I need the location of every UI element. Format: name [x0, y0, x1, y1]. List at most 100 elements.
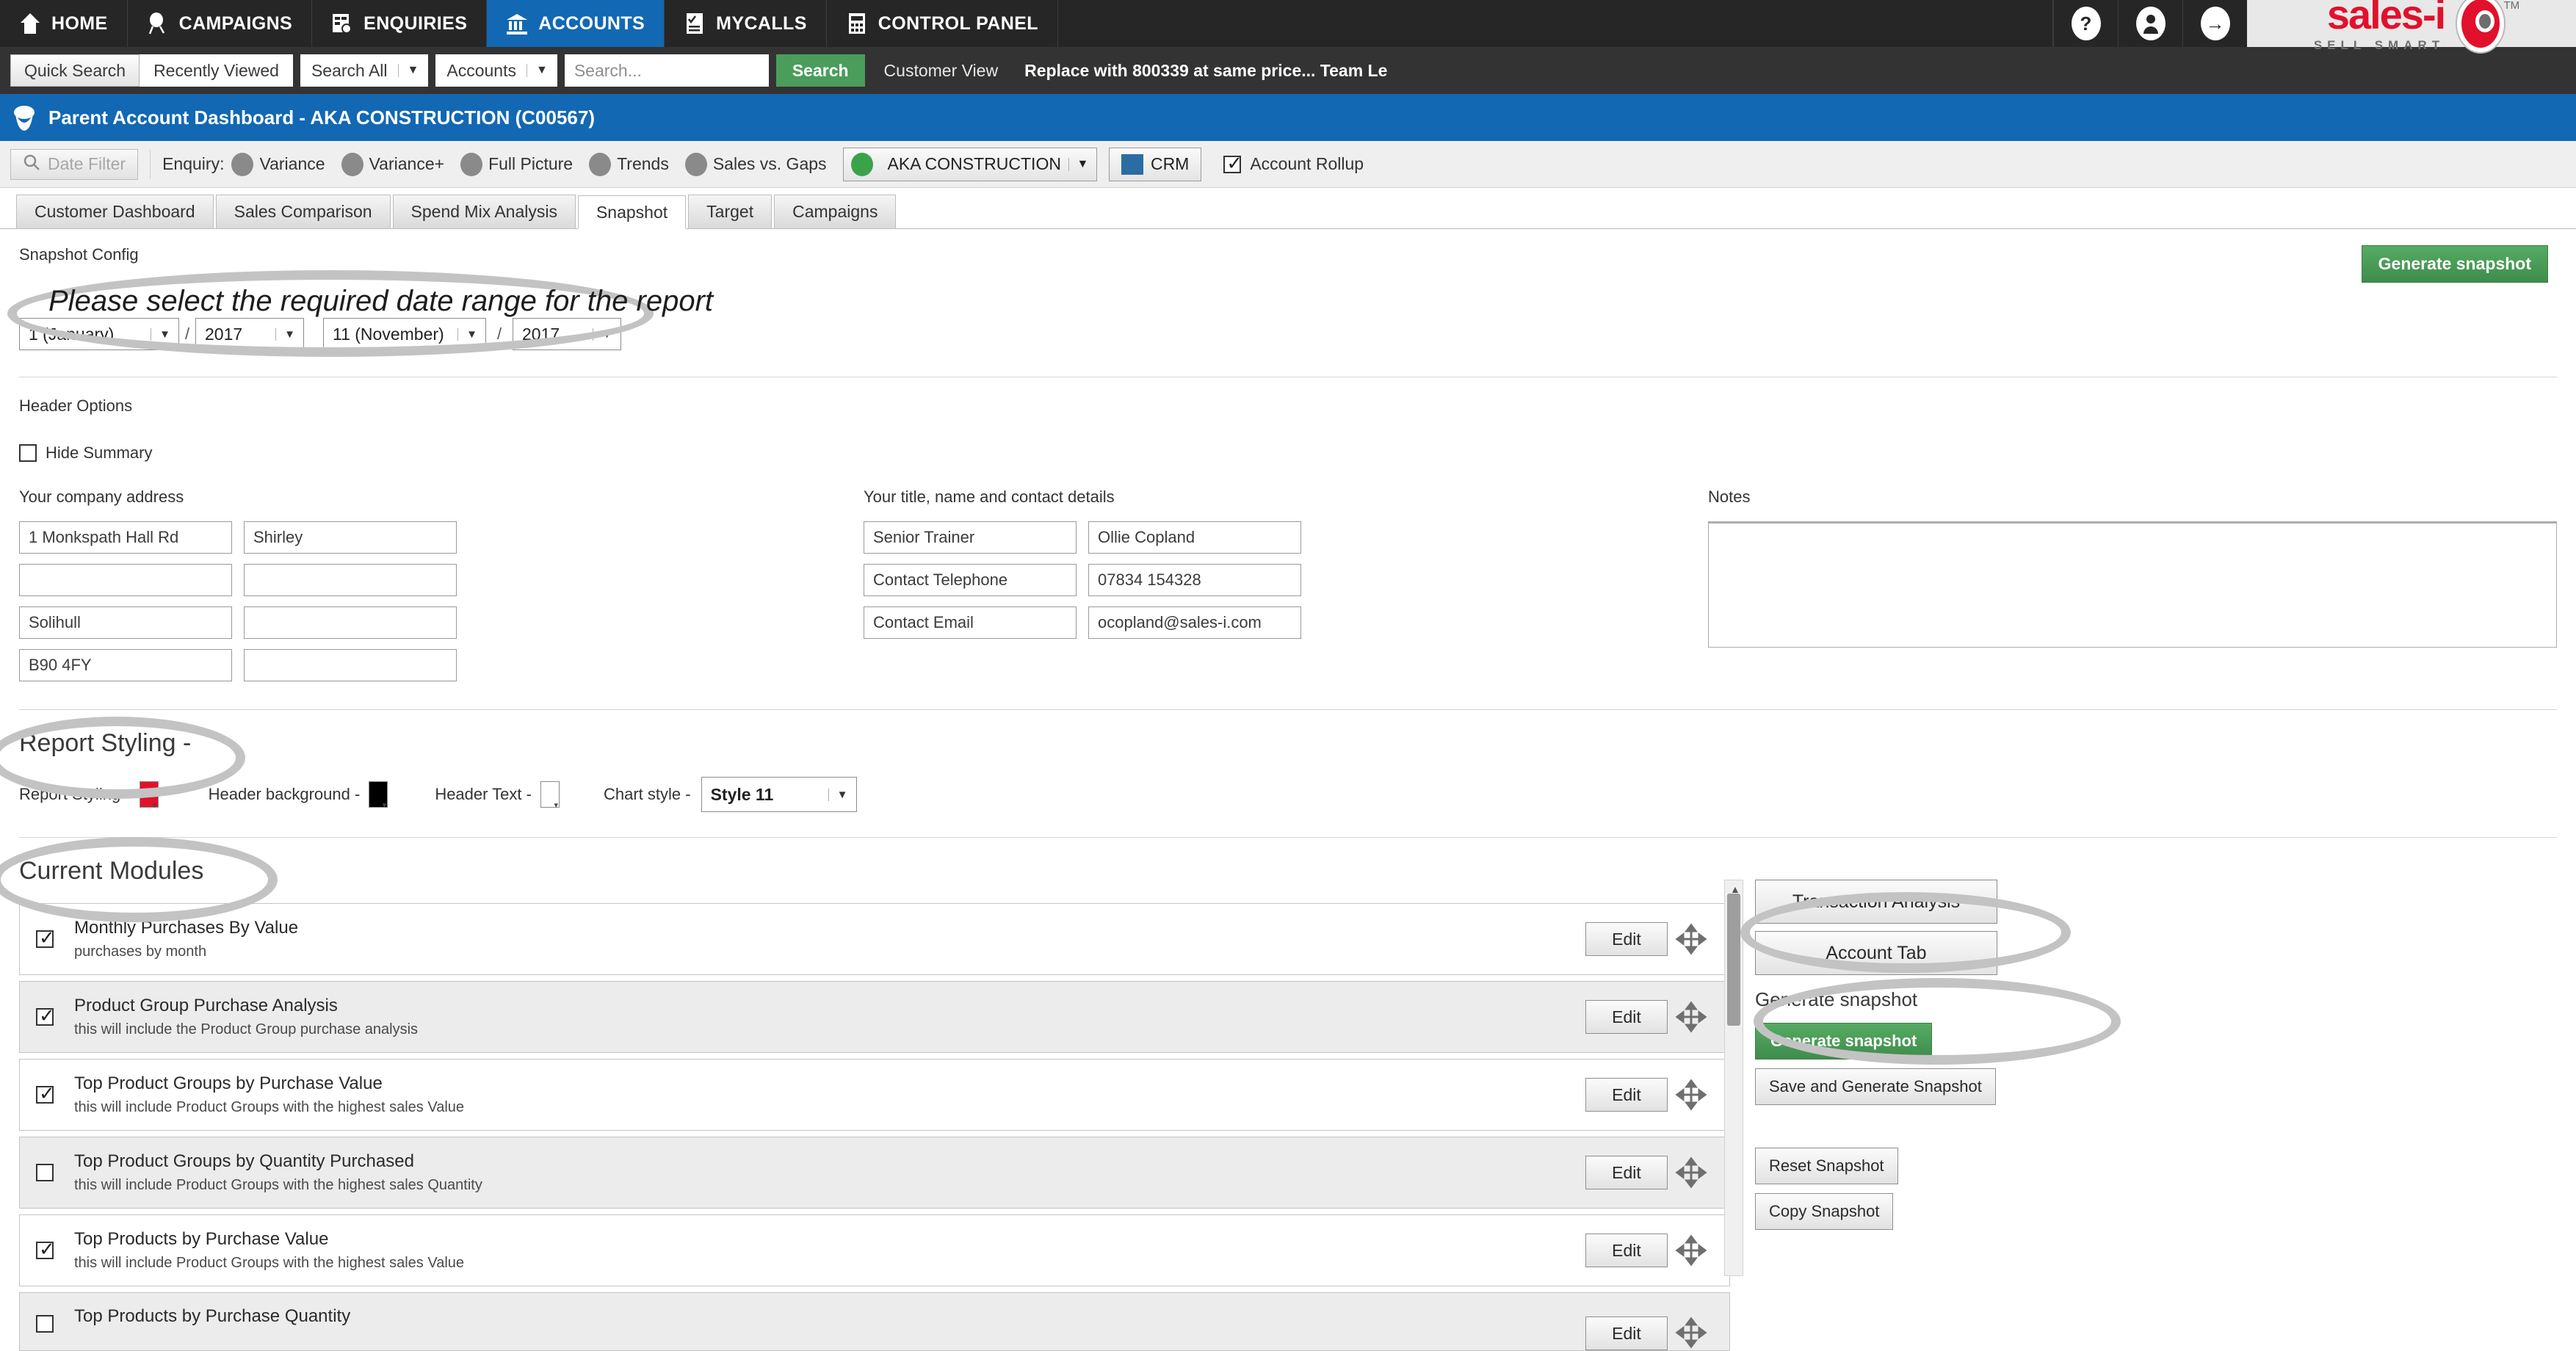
crm-icon — [1121, 153, 1143, 175]
contact-title-label[interactable]: Senior Trainer — [864, 521, 1077, 554]
contact-email-label[interactable]: Contact Email — [864, 606, 1077, 639]
nav-item-home[interactable]: HOME — [0, 0, 128, 47]
search-entity-select[interactable]: Accounts ▼ — [435, 54, 557, 87]
report-styling-color-swatch[interactable] — [139, 781, 159, 810]
to-year-value: 2017 — [522, 324, 560, 344]
current-modules-list: Monthly Purchases By Value purchases by … — [19, 903, 1730, 1351]
move-handle-icon[interactable] — [1668, 1001, 1715, 1033]
address-line1-left[interactable]: 1 Monkspath Hall Rd — [19, 521, 232, 554]
reset-snapshot-button[interactable]: Reset Snapshot — [1755, 1148, 1898, 1184]
from-month-select[interactable]: 1 (January) ▼ — [19, 318, 179, 350]
module-checkbox[interactable] — [36, 1164, 54, 1181]
edit-button[interactable]: Edit — [1585, 1000, 1668, 1034]
tab-campaigns[interactable]: Campaigns — [774, 195, 897, 228]
module-checkbox[interactable] — [36, 1238, 55, 1261]
enquiry-variance-plus-button[interactable]: Variance+ — [341, 152, 444, 176]
quick-search-button[interactable]: Quick Search — [10, 54, 140, 87]
enquiry-trends-button[interactable]: Trends — [589, 152, 669, 176]
variance-plus-icon — [341, 152, 363, 176]
contact-email-value[interactable]: ocopland@sales-i.com — [1088, 606, 1301, 639]
hide-summary-toggle[interactable]: Hide Summary — [19, 443, 2557, 463]
search-button[interactable]: Search — [775, 54, 865, 87]
nav-item-mycalls[interactable]: MYCALLS — [665, 0, 827, 47]
date-filter-button[interactable]: Date Filter — [10, 148, 139, 180]
address-line3-left[interactable]: Solihull — [19, 606, 232, 639]
module-checkbox[interactable] — [36, 927, 55, 949]
edit-button[interactable]: Edit — [1585, 922, 1668, 956]
address-line4-left[interactable]: B90 4FY — [19, 649, 232, 681]
to-year-select[interactable]: 2017 ▼ — [513, 318, 621, 350]
nav-item-accounts[interactable]: ACCOUNTS — [487, 0, 665, 47]
move-handle-icon[interactable] — [1668, 1079, 1715, 1111]
search-input[interactable]: Search... — [564, 54, 769, 87]
save-and-generate-snapshot-button[interactable]: Save and Generate Snapshot — [1755, 1068, 1996, 1105]
tab-sales-comparison[interactable]: Sales Comparison — [215, 195, 391, 228]
address-line2-right[interactable] — [244, 564, 457, 596]
table-row[interactable]: Top Products by Purchase Quantity Edit — [19, 1292, 1730, 1351]
enquiry-full-picture-button[interactable]: Full Picture — [460, 152, 573, 176]
generate-snapshot-top-button[interactable]: Generate snapshot — [2361, 245, 2548, 283]
account-rollup-checkbox[interactable] — [1223, 152, 1242, 175]
chart-style-select[interactable]: Style 11 ▼ — [701, 777, 857, 812]
move-handle-icon[interactable] — [1668, 923, 1715, 955]
search-scope-value: Search All — [311, 60, 388, 80]
edit-button[interactable]: Edit — [1585, 1234, 1668, 1267]
contact-name-value[interactable]: Ollie Copland — [1088, 521, 1301, 554]
copy-snapshot-button[interactable]: Copy Snapshot — [1755, 1193, 1894, 1230]
nav-label: MYCALLS — [716, 12, 807, 34]
address-line3-right[interactable] — [244, 606, 457, 639]
address-line4-right[interactable] — [244, 649, 457, 681]
logout-button[interactable]: → — [2182, 0, 2247, 47]
table-row[interactable]: Top Product Groups by Quantity Purchased… — [19, 1137, 1730, 1209]
tab-target[interactable]: Target — [688, 195, 773, 228]
contact-telephone-label[interactable]: Contact Telephone — [864, 564, 1077, 596]
table-row[interactable]: Top Product Groups by Purchase Value thi… — [19, 1059, 1730, 1131]
account-tab-button[interactable]: Account Tab — [1755, 931, 1997, 975]
customer-view-link[interactable]: Customer View — [884, 61, 999, 81]
chevron-down-icon: ▼ — [526, 64, 557, 77]
account-rollup-toggle[interactable]: Account Rollup — [1223, 152, 1364, 175]
address-line1-right[interactable]: Shirley — [244, 521, 457, 554]
table-row[interactable]: Monthly Purchases By Value purchases by … — [19, 903, 1730, 975]
enquiry-variance-button[interactable]: Variance — [231, 152, 325, 176]
enquiry-sales-vs-gaps-button[interactable]: Sales vs. Gaps — [684, 152, 827, 176]
crm-button[interactable]: CRM — [1108, 147, 1202, 181]
company-address-group: Your company address 1 Monkspath Hall Rd… — [19, 488, 864, 681]
help-button[interactable]: ? — [2053, 0, 2118, 47]
scrollbar-thumb[interactable] — [1727, 894, 1740, 1026]
edit-button[interactable]: Edit — [1585, 1078, 1668, 1112]
tab-snapshot[interactable]: Snapshot — [577, 195, 687, 229]
nav-item-campaigns[interactable]: CAMPAIGNS — [128, 0, 313, 47]
address-line2-left[interactable] — [19, 564, 232, 596]
module-checkbox[interactable] — [36, 1004, 55, 1027]
tab-spend-mix-analysis[interactable]: Spend Mix Analysis — [392, 195, 576, 228]
edit-button[interactable]: Edit — [1585, 1156, 1668, 1189]
nav-item-control-panel[interactable]: CONTROL PANEL — [827, 0, 1058, 47]
user-profile-button[interactable] — [2118, 0, 2182, 47]
to-month-select[interactable]: 11 (November) ▼ — [323, 318, 486, 350]
recently-viewed-button[interactable]: Recently Viewed — [140, 54, 293, 87]
contact-telephone-value[interactable]: 07834 154328 — [1088, 564, 1301, 596]
module-checkbox[interactable] — [36, 1082, 55, 1105]
module-checkbox[interactable] — [36, 1315, 54, 1333]
table-row[interactable]: Product Group Purchase Analysis this wil… — [19, 981, 1730, 1053]
notes-textarea[interactable] — [1708, 521, 2557, 648]
hide-summary-checkbox[interactable] — [19, 444, 37, 462]
transaction-analysis-button[interactable]: Transaction Analysis — [1755, 880, 1997, 924]
header-text-color-swatch[interactable] — [540, 781, 560, 810]
header-background-color-swatch[interactable] — [369, 781, 388, 810]
account-select[interactable]: AKA CONSTRUCTION ▼ — [842, 147, 1097, 181]
generate-snapshot-button[interactable]: Generate snapshot — [1755, 1023, 1933, 1060]
move-handle-icon[interactable] — [1668, 1234, 1715, 1267]
to-month-value: 11 (November) — [333, 324, 444, 344]
from-year-select[interactable]: 2017 ▼ — [195, 318, 304, 350]
nav-item-enquiries[interactable]: ENQUIRIES — [312, 0, 488, 47]
table-row[interactable]: Top Products by Purchase Value this will… — [19, 1214, 1730, 1286]
toolbar-divider — [150, 149, 151, 179]
tab-customer-dashboard[interactable]: Customer Dashboard — [16, 195, 214, 228]
edit-button[interactable]: Edit — [1585, 1316, 1668, 1350]
search-scope-select[interactable]: Search All ▼ — [300, 54, 429, 87]
move-handle-icon[interactable] — [1668, 1156, 1715, 1189]
move-handle-icon[interactable] — [1668, 1316, 1715, 1349]
modules-scrollbar[interactable]: ▲ — [1724, 880, 1743, 1276]
